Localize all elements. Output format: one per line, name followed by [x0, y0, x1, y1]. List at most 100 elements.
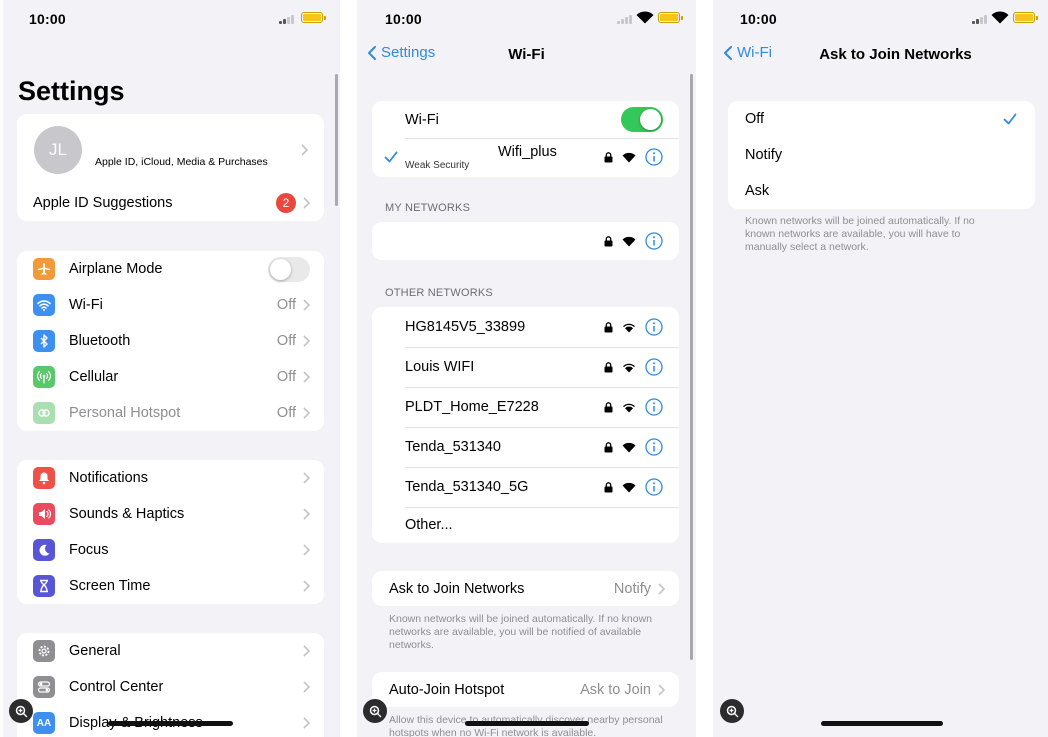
battery-icon — [1013, 12, 1038, 23]
sounds-haptics-row[interactable]: Sounds & Haptics — [17, 496, 324, 532]
wifi-signal-icon — [623, 323, 635, 332]
option-notify-label: Notify — [745, 147, 783, 163]
chevron-right-icon — [303, 580, 310, 592]
checkmark-icon — [384, 151, 398, 163]
hotspot-icon — [33, 402, 55, 424]
lock-icon — [604, 361, 613, 372]
apple-id-subtitle: Apple ID, iCloud, Media & Purchases — [95, 155, 268, 168]
wifi-signal-icon — [622, 152, 636, 162]
home-indicator[interactable] — [465, 721, 589, 726]
auto-join-hotspot-row[interactable]: Auto-Join Hotspot Ask to Join — [372, 672, 679, 707]
cellular-signal-icon — [279, 13, 295, 24]
airplane-mode-toggle[interactable] — [268, 256, 310, 282]
network-row[interactable]: HG8145V5_33899 — [372, 307, 679, 347]
control-center-label: Control Center — [69, 679, 164, 695]
option-off-row[interactable]: Off — [728, 101, 1035, 137]
info-icon[interactable] — [645, 438, 663, 456]
airplane-mode-row[interactable]: Airplane Mode — [17, 251, 324, 287]
personal-hotspot-row[interactable]: Personal Hotspot Off — [17, 395, 324, 431]
home-indicator[interactable] — [108, 721, 233, 726]
lock-icon — [604, 441, 613, 452]
network-name: Louis WIFI — [405, 359, 475, 375]
chevron-right-icon — [303, 717, 310, 729]
home-indicator[interactable] — [821, 721, 943, 726]
ask-to-join-value: Notify — [613, 580, 651, 597]
screen-time-row[interactable]: Screen Time — [17, 568, 324, 604]
lock-icon — [604, 481, 613, 492]
ask-to-join-label: Ask to Join Networks — [389, 580, 525, 597]
info-icon[interactable] — [645, 398, 663, 416]
apple-id-group: JL Apple ID, iCloud, Media & Purchases A… — [17, 114, 324, 221]
connected-network-row[interactable]: Wifi_plus Weak Security — [372, 138, 679, 177]
other-network-row[interactable]: Other... — [372, 507, 679, 543]
ask-to-join-row[interactable]: Ask to Join Networks Notify — [372, 571, 679, 606]
focus-row[interactable]: Focus — [17, 532, 324, 568]
other-network-label: Other... — [405, 517, 453, 533]
wifi-signal-icon — [623, 363, 635, 372]
wifi-row[interactable]: Wi-Fi Off — [17, 287, 324, 323]
option-ask-row[interactable]: Ask — [728, 173, 1035, 209]
status-bar: 10:00 — [3, 0, 340, 36]
apple-id-profile-row[interactable]: JL Apple ID, iCloud, Media & Purchases — [17, 114, 324, 185]
chevron-right-icon — [303, 197, 310, 209]
notification-badge: 2 — [276, 193, 296, 213]
wifi-toggle[interactable] — [621, 107, 663, 132]
zoom-icon[interactable] — [9, 699, 33, 723]
airplane-icon — [33, 258, 55, 280]
chevron-right-icon — [658, 582, 665, 595]
wifi-icon — [33, 294, 55, 316]
auto-join-hotspot-value: Ask to Join — [580, 681, 651, 698]
apple-id-suggestions-label: Apple ID Suggestions — [33, 195, 173, 211]
cellular-row[interactable]: Cellular Off — [17, 359, 324, 395]
scrollbar[interactable] — [690, 74, 693, 660]
notifications-group: Notifications Sounds & Haptics Focus Scr… — [17, 460, 324, 604]
gear-icon — [33, 640, 55, 662]
cellular-icon — [33, 366, 55, 388]
checkmark-icon — [1003, 113, 1017, 125]
chevron-right-icon — [303, 508, 310, 520]
network-row[interactable]: Tenda_531340_5G — [372, 467, 679, 507]
apple-id-suggestions-row[interactable]: Apple ID Suggestions 2 — [17, 185, 324, 221]
status-time: 10:00 — [29, 11, 66, 27]
bluetooth-row[interactable]: Bluetooth Off — [17, 323, 324, 359]
info-icon[interactable] — [645, 478, 663, 496]
wifi-value: Off — [276, 297, 296, 313]
connected-network-name: Wifi_plus — [498, 144, 557, 160]
bluetooth-label: Bluetooth — [69, 333, 131, 349]
notifications-row[interactable]: Notifications — [17, 460, 324, 496]
connectivity-group: Airplane Mode Wi-Fi Off Bluetooth Off Ce… — [17, 251, 324, 431]
general-row[interactable]: General — [17, 633, 324, 669]
my-networks-header: MY NETWORKS — [385, 202, 471, 214]
page-title: Wi-Fi — [508, 46, 545, 63]
chevron-right-icon — [303, 371, 310, 383]
page-title: Ask to Join Networks — [819, 46, 972, 63]
zoom-icon[interactable] — [363, 699, 387, 723]
info-icon[interactable] — [645, 232, 663, 250]
scrollbar[interactable] — [335, 74, 338, 206]
network-row[interactable]: PLDT_Home_E7228 — [372, 387, 679, 427]
personal-hotspot-value: Off — [276, 405, 296, 421]
moon-icon — [33, 539, 55, 561]
wifi-main-group: Wi-Fi Wifi_plus Weak Security — [372, 101, 679, 177]
chevron-right-icon — [303, 645, 310, 657]
info-icon[interactable] — [645, 358, 663, 376]
network-row[interactable]: Tenda_531340 — [372, 427, 679, 467]
chevron-right-icon — [303, 299, 310, 311]
network-name: PLDT_Home_E7228 — [405, 399, 539, 415]
my-network-row[interactable] — [372, 222, 679, 260]
option-off-label: Off — [745, 111, 765, 127]
info-icon[interactable] — [645, 148, 663, 166]
network-row[interactable]: Louis WIFI — [372, 347, 679, 387]
info-icon[interactable] — [645, 318, 663, 336]
option-notify-row[interactable]: Notify — [728, 137, 1035, 173]
hourglass-icon — [33, 575, 55, 597]
airplane-mode-label: Airplane Mode — [69, 261, 163, 277]
battery-icon — [301, 12, 326, 23]
control-center-row[interactable]: Control Center — [17, 669, 324, 705]
auto-join-hotspot-label: Auto-Join Hotspot — [389, 681, 505, 698]
chevron-right-icon — [301, 143, 308, 156]
zoom-icon[interactable] — [720, 699, 744, 723]
wifi-signal-icon — [622, 482, 636, 492]
network-name: Tenda_531340_5G — [405, 479, 529, 495]
chevron-right-icon — [303, 407, 310, 419]
